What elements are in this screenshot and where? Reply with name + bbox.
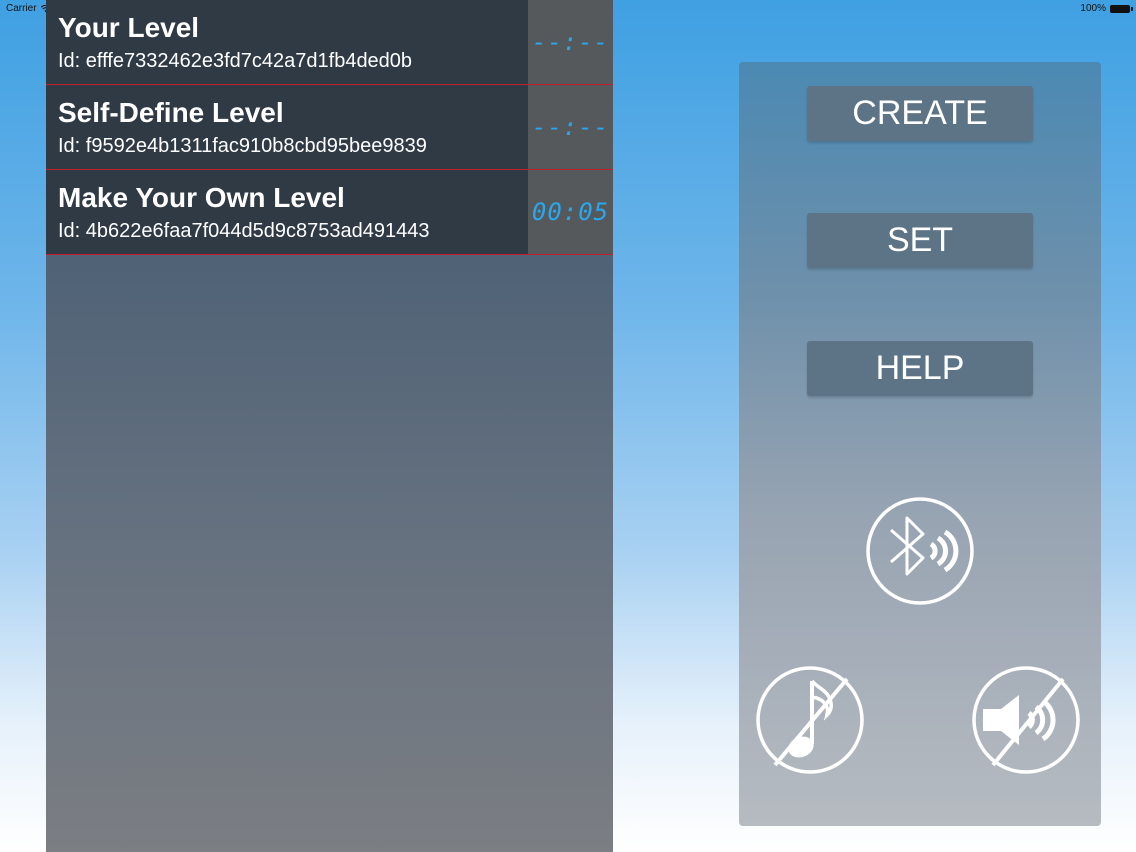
set-button[interactable]: SET [807, 213, 1033, 268]
bluetooth-button[interactable] [865, 496, 975, 606]
create-button[interactable]: CREATE [807, 86, 1033, 141]
level-list: Your Level Id: efffe7332462e3fd7c42a7d1f… [46, 0, 613, 255]
level-best-time: --:-- [528, 0, 613, 84]
level-info: Your Level Id: efffe7332462e3fd7c42a7d1f… [46, 0, 528, 84]
help-button[interactable]: HELP [807, 341, 1033, 396]
level-id: Id: 4b622e6faa7f044d5d9c8753ad491443 [58, 220, 430, 242]
level-row-make-your-own[interactable]: Make Your Own Level Id: 4b622e6faa7f044d… [46, 170, 613, 255]
level-id: Id: f9592e4b1311fac910b8cbd95bee9839 [58, 135, 427, 157]
level-best-time: --:-- [528, 85, 613, 169]
music-toggle-button[interactable] [755, 665, 865, 775]
level-list-panel: Your Level Id: efffe7332462e3fd7c42a7d1f… [46, 0, 613, 852]
level-row-self-define[interactable]: Self-Define Level Id: f9592e4b1311fac910… [46, 85, 613, 170]
level-info: Make Your Own Level Id: 4b622e6faa7f044d… [46, 170, 528, 254]
level-best-time: 00:05 [528, 170, 613, 254]
level-id: Id: efffe7332462e3fd7c42a7d1fb4ded0b [58, 50, 413, 72]
sound-toggle-button[interactable] [971, 665, 1081, 775]
level-name: Self-Define Level [58, 97, 284, 128]
sound-off-icon [972, 666, 1080, 774]
bluetooth-sound-icon [866, 497, 974, 605]
battery-icon [1110, 4, 1133, 13]
level-name: Make Your Own Level [58, 182, 345, 213]
battery-percent: 100% [1080, 3, 1106, 14]
level-name: Your Level [58, 12, 200, 43]
battery-indicator: 100% [1080, 3, 1133, 14]
level-info: Self-Define Level Id: f9592e4b1311fac910… [46, 85, 528, 169]
level-row-your-level[interactable]: Your Level Id: efffe7332462e3fd7c42a7d1f… [46, 0, 613, 85]
control-panel: CREATE SET HELP [739, 62, 1101, 826]
music-off-icon [756, 666, 864, 774]
